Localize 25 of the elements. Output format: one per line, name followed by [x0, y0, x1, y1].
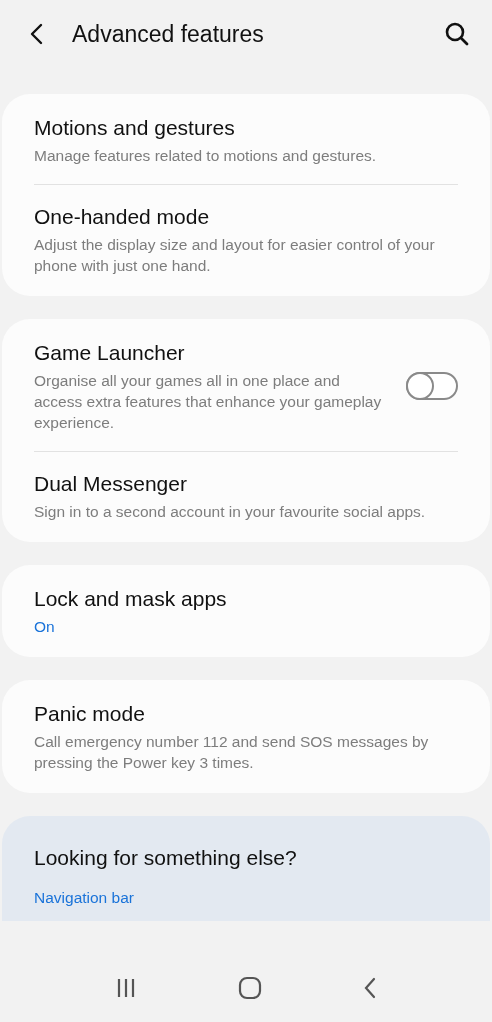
page-title: Advanced features	[72, 19, 265, 49]
settings-item[interactable]: One-handed mode Adjust the display size and layout for easier control of your phone with just one hand.	[2, 185, 490, 294]
setting-title: One-handed mode	[34, 204, 211, 230]
setting-description: Sign in to a second account in your favourite social apps.	[34, 502, 427, 522]
setting-description: Organise all your games all in one place and access extra features that enhance your gameplay experience.	[34, 371, 383, 433]
setting-status: On	[34, 617, 56, 637]
settings-item[interactable]: Lock and mask apps On	[2, 567, 490, 655]
setting-title: Game Launcher	[34, 340, 186, 366]
setting-description: Call emergency number 112 and send SOS messages by pressing the Power key 3 times.	[34, 732, 430, 773]
setting-title: Motions and gestures	[34, 115, 236, 141]
settings-item[interactable]: Dual Messenger Sign in to a second account in your favourite social apps.	[2, 452, 490, 540]
settings-item[interactable]: Game Launcher Organise all your games all in one place and access extra features that enhance your gameplay experience.	[2, 321, 490, 451]
suggestion-link[interactable]: Navigation bar	[34, 885, 458, 909]
back-icon[interactable]	[363, 977, 378, 999]
setting-description: Manage features related to motions and gestures.	[34, 146, 378, 166]
settings-item[interactable]: Panic mode Call emergency number 112 and send SOS messages by pressing the Power key 3 times.	[2, 682, 490, 791]
home-icon[interactable]	[238, 976, 262, 1000]
setting-description: Adjust the display size and layout for easier control of your phone with just one hand.	[34, 235, 436, 276]
toggle-switch[interactable]	[406, 372, 458, 400]
settings-item[interactable]: Motions and gestures Manage features related to motions and gestures.	[2, 96, 490, 184]
suggestions-title: Looking for something else?	[34, 845, 298, 871]
search-icon[interactable]	[444, 21, 470, 47]
setting-title: Panic mode	[34, 701, 146, 727]
setting-title: Dual Messenger	[34, 471, 188, 497]
setting-title: Lock and mask apps	[34, 586, 228, 612]
